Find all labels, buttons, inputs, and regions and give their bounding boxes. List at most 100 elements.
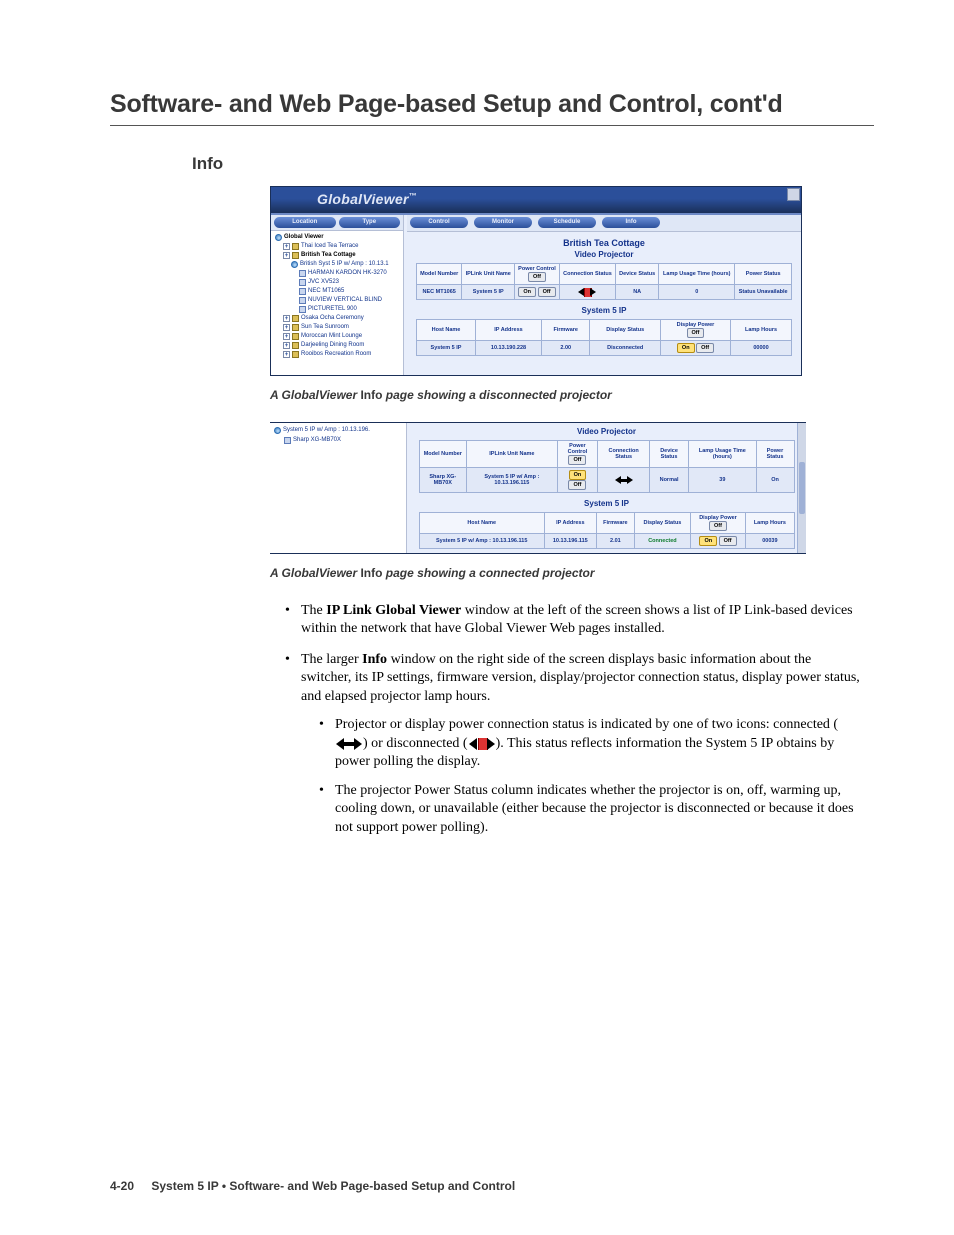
expand-icon[interactable]: + [283,333,290,340]
th: Model Number [419,441,467,468]
power-on-button[interactable]: On [518,287,536,297]
tree-item[interactable]: +British Tea Cottage [273,251,401,260]
tree-item[interactable]: British Syst 5 IP w/ Amp : 10.13.1 [273,260,401,269]
disp-off-top[interactable]: Off [709,521,727,531]
th: Lamp Usage Time (hours) [659,264,735,285]
cell-disppower: On Off [660,341,730,356]
sidebar-pills: Location Type [271,215,403,231]
section-title: Info [192,154,874,174]
tab-info[interactable]: Info [602,217,660,228]
tree-item[interactable]: Sharp XG-MB70X [272,435,404,445]
tree-label: British Syst 5 IP w/ Amp : 10.13.1 [300,260,389,269]
th: Power ControlOff [515,264,560,285]
power-off-top[interactable]: Off [568,455,586,465]
expand-icon[interactable]: + [283,243,290,250]
power-off-button[interactable]: Off [538,287,556,297]
chapter-title: Software- and Web Page-based Setup and C… [110,90,874,119]
tree-item[interactable]: NEC MT1065 [273,287,401,296]
disp-off-top[interactable]: Off [687,328,705,338]
power-off-top[interactable]: Off [528,272,546,282]
projector-heading: Video Projector [407,250,801,259]
rule [110,125,874,126]
th: IP Address [475,320,541,341]
gv-brand: GlobalViewer™ [317,191,417,207]
tree-item[interactable]: PICTURETEL 900 [273,305,401,314]
cell-unit: System 5 IP [462,285,515,300]
scrollbar[interactable] [797,423,806,553]
power-off-button[interactable]: Off [568,480,586,490]
cell-power-status: On [756,468,794,493]
power-on-button[interactable]: On [569,470,587,480]
sub-2: The projector Power Status column indica… [319,782,860,837]
cell-host: System 5 IP [417,341,476,356]
tree-item[interactable]: +Sun Tea Sunroom [273,323,401,332]
folder-icon [292,351,299,358]
th: Connection Status [559,264,615,285]
pill-type[interactable]: Type [339,217,401,228]
dev-icon [299,288,306,295]
pill-location[interactable]: Location [274,217,336,228]
footer-text: System 5 IP • Software- and Web Page-bas… [151,1179,515,1193]
tree-item[interactable]: +Darjeeling Dining Room [273,341,401,350]
cell-ip: 10.13.190.228 [475,341,541,356]
device-tree[interactable]: Global Viewer+Thai Iced Tea Terrace+Brit… [271,231,403,363]
expand-icon[interactable]: + [283,252,290,259]
globe-icon [291,261,298,268]
th: Connection Status [598,441,650,468]
disp-off-button[interactable]: Off [719,536,737,546]
cell-model: NEC MT1065 [417,285,462,300]
tree-label: System 5 IP w/ Amp : 10.13.196. [283,425,370,435]
tree-item[interactable]: HARMAN KARDON HK-3270 [273,269,401,278]
tree-item[interactable]: +Moroccan Mint Lounge [273,332,401,341]
cell-lamp: 0 [659,285,735,300]
th: Lamp Usage Time (hours) [689,441,756,468]
disp-on-button[interactable]: On [677,343,695,353]
expand-icon[interactable]: + [283,351,290,358]
tree-item[interactable]: + Thai Iced Tea Terrace [273,242,401,251]
th: Lamp Hours [746,513,794,534]
connected-icon [614,476,634,485]
projector-heading: Video Projector [407,427,806,436]
screenshot-globalviewer-disconnected: GlobalViewer™ Location Type Global Viewe… [270,186,802,376]
trademark: ™ [409,191,417,200]
th: Firmware [596,513,634,534]
system-heading: System 5 IP [407,306,801,315]
brand-text: GlobalViewer [317,191,409,207]
disconnected-icon [577,288,597,297]
page-footer: 4-20 System 5 IP • Software- and Web Pag… [110,1179,515,1193]
caption-bold: Info [360,388,382,402]
tree-item[interactable]: JVC XV523 [273,278,401,287]
cell-disppower: On Off [690,534,745,549]
tree-item[interactable]: +Osaka Ocha Ceremony [273,314,401,323]
caption-post: page showing a connected projector [382,566,594,580]
sub-1: Projector or display power connection st… [319,716,860,771]
expand-icon[interactable]: + [283,315,290,322]
tree-item[interactable]: System 5 IP w/ Amp : 10.13.196. [272,425,404,435]
tab-schedule[interactable]: Schedule [538,217,596,228]
disp-on-button[interactable]: On [699,536,717,546]
tree-label: Thai Iced Tea Terrace [301,242,358,251]
globe-icon [274,427,281,434]
projector-table: Model Number IPLink Unit Name Power Cont… [416,263,792,300]
tree-item[interactable]: +Rooibos Recreation Room [273,350,401,359]
gv-mainpane: Control Monitor Schedule Info British Te… [404,215,801,375]
th: Device Status [616,264,659,285]
connected-icon [335,738,363,750]
cell-model: Sharp XG-MB70X [419,468,467,493]
tree-item[interactable]: NUVIEW VERTICAL BLIND [273,296,401,305]
tree-label: NUVIEW VERTICAL BLIND [308,296,382,305]
tree-item[interactable]: Global Viewer [273,233,401,242]
cell-dispstatus: Disconnected [590,341,661,356]
tab-monitor[interactable]: Monitor [474,217,532,228]
tab-control[interactable]: Control [410,217,468,228]
scroll-up-icon[interactable] [787,188,800,201]
cell-conn [598,468,650,493]
th: Display Status [590,320,661,341]
tree-label: PICTURETEL 900 [308,305,357,314]
term: Info [362,652,387,667]
disp-off-button[interactable]: Off [696,343,714,353]
expand-icon[interactable]: + [283,342,290,349]
dev-icon [299,279,306,286]
th: Display PowerOff [660,320,730,341]
expand-icon[interactable]: + [283,324,290,331]
